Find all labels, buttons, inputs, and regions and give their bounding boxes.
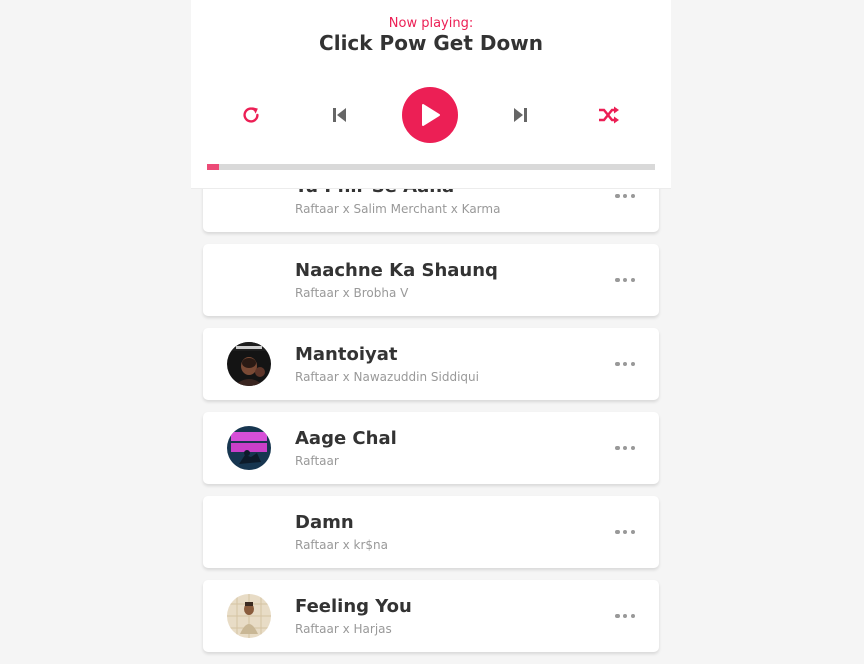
repeat-button[interactable] xyxy=(232,96,270,134)
progress-bar[interactable] xyxy=(207,164,655,170)
play-icon xyxy=(422,104,440,126)
song-title: Aage Chal xyxy=(295,428,397,449)
aage-chal-cover xyxy=(227,426,271,470)
song-artist: Raftaar xyxy=(295,454,339,468)
song-title: Feeling You xyxy=(295,596,412,617)
song-artist: Raftaar x Salim Merchant x Karma xyxy=(295,202,501,216)
song-artist: Raftaar x kr$na xyxy=(295,538,388,552)
progress-fill xyxy=(207,164,220,170)
song-title: Damn xyxy=(295,512,354,533)
more-horizontal-icon[interactable] xyxy=(615,442,635,454)
more-horizontal-icon[interactable] xyxy=(615,526,635,538)
next-button[interactable] xyxy=(501,96,539,134)
song-artist: Raftaar x Nawazuddin Siddiqui xyxy=(295,370,479,384)
playlist: Tu Phir Se Aana Raftaar x Salim Merchant… xyxy=(203,160,659,664)
feeling-you-cover xyxy=(227,594,271,638)
more-horizontal-icon[interactable] xyxy=(615,610,635,622)
repeat-icon xyxy=(243,107,259,123)
song-artist: Raftaar x Harjas xyxy=(295,622,392,636)
play-button[interactable] xyxy=(402,87,458,143)
shuffle-icon xyxy=(599,106,619,124)
mantoiyat-cover xyxy=(227,342,271,386)
song-title: Mantoiyat xyxy=(295,344,398,365)
skip-back-icon xyxy=(333,108,346,122)
shuffle-button[interactable] xyxy=(590,96,628,134)
previous-button[interactable] xyxy=(321,96,359,134)
song-item[interactable]: Naachne Ka Shaunq Raftaar x Brobha V xyxy=(203,244,659,316)
song-item[interactable]: Aage Chal Raftaar xyxy=(203,412,659,484)
more-horizontal-icon[interactable] xyxy=(615,274,635,286)
song-item[interactable]: Feeling You Raftaar x Harjas xyxy=(203,580,659,652)
player-panel: Now playing: Click Pow Get Down xyxy=(191,0,671,189)
skip-forward-icon xyxy=(514,108,527,122)
more-horizontal-icon[interactable] xyxy=(615,358,635,370)
song-item[interactable]: Mantoiyat Raftaar x Nawazuddin Siddiqui xyxy=(203,328,659,400)
current-song-title: Click Pow Get Down xyxy=(319,31,543,55)
song-item[interactable]: Damn Raftaar x kr$na xyxy=(203,496,659,568)
song-artist: Raftaar x Brobha V xyxy=(295,286,409,300)
now-playing-label: Now playing: xyxy=(388,16,474,31)
song-title: Naachne Ka Shaunq xyxy=(295,260,498,281)
more-horizontal-icon[interactable] xyxy=(615,190,635,202)
